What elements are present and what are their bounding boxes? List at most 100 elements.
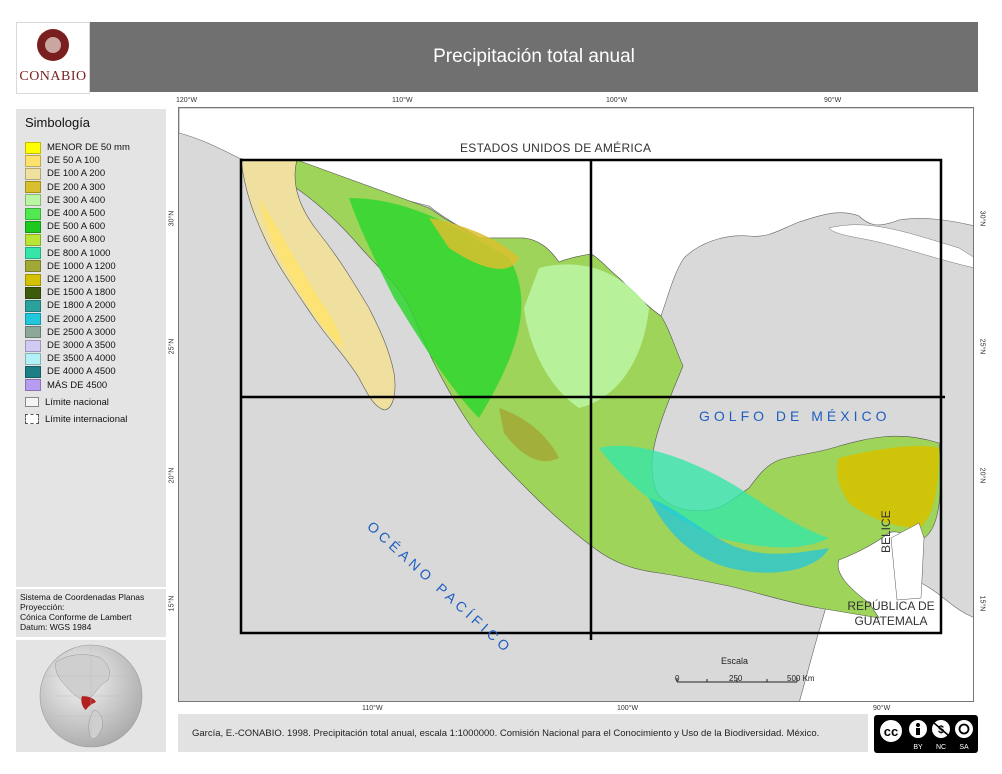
projection-line: Proyección: bbox=[20, 602, 65, 612]
legend-label: DE 1200 A 1500 bbox=[47, 274, 116, 285]
legend-label: DE 50 A 100 bbox=[47, 155, 100, 167]
legend-swatch bbox=[25, 379, 41, 392]
legend-swatch bbox=[25, 247, 41, 260]
bottom-tick-label: 110°W bbox=[362, 705, 383, 712]
guatemala-label: REPÚBLICA DE GUATEMALA bbox=[831, 599, 951, 629]
legend-swatch bbox=[25, 167, 41, 180]
belize-label: BELICE bbox=[879, 510, 893, 553]
scale-tick: 0 bbox=[675, 674, 680, 683]
left-tick-label: 30°N bbox=[168, 210, 176, 227]
scale-tick: 500 Km bbox=[787, 674, 815, 683]
legend-label: DE 200 A 300 bbox=[47, 181, 106, 193]
boundary-swatch bbox=[25, 414, 39, 425]
license-sa: SA bbox=[959, 744, 969, 751]
legend-swatch bbox=[25, 273, 41, 286]
license-nc: NC bbox=[936, 744, 946, 751]
legend-label: DE 1800 A 2000 bbox=[47, 300, 116, 312]
credit-text: García, E.-CONABIO. 1998. Precipitación … bbox=[192, 727, 820, 739]
guatemala-label-line: GUATEMALA bbox=[854, 614, 928, 628]
legend-swatch bbox=[25, 154, 41, 167]
top-tick-label: 110°W bbox=[392, 97, 413, 104]
legend-item: DE 1200 A 1500 bbox=[25, 273, 116, 286]
legend-swatch bbox=[25, 233, 41, 246]
guatemala-label-line: REPÚBLICA DE bbox=[847, 599, 935, 613]
projection-line: Datum: WGS 1984 bbox=[20, 622, 92, 632]
legend-swatch bbox=[25, 365, 41, 378]
legend-swatch bbox=[25, 352, 41, 365]
legend-boundary-item: Límite nacional bbox=[25, 396, 109, 409]
title-bar: Precipitación total anual bbox=[90, 22, 978, 92]
boundary-swatch bbox=[25, 397, 39, 408]
conabio-logo: CONABIO bbox=[16, 22, 90, 94]
legend-label: DE 3000 A 3500 bbox=[47, 340, 116, 351]
legend-item: DE 3000 A 3500 bbox=[25, 339, 116, 352]
cc-license-icon: cc $ BY NC SA bbox=[878, 718, 973, 751]
conabio-seal-icon bbox=[37, 29, 69, 61]
scale-title: Escala bbox=[721, 656, 749, 666]
legend-label: DE 400 A 500 bbox=[47, 208, 106, 219]
legend-label: DE 800 A 1000 bbox=[47, 247, 111, 259]
legend-item: DE 100 A 200 bbox=[25, 167, 105, 180]
projection-line: Sistema de Coordenadas Planas bbox=[20, 592, 145, 602]
legend-swatch bbox=[25, 260, 41, 273]
legend-swatch bbox=[25, 181, 41, 194]
legend-label: MÁS DE 4500 bbox=[47, 379, 108, 391]
legend-item: MENOR DE 50 mm bbox=[25, 141, 130, 154]
legend-item: DE 50 A 100 bbox=[25, 154, 100, 167]
legend-label: DE 2500 A 3000 bbox=[47, 326, 116, 338]
left-tick-label: 25°N bbox=[168, 338, 176, 355]
left-tick-label: 20°N bbox=[168, 467, 176, 484]
legend-swatch bbox=[25, 299, 41, 312]
legend-label: Límite internacional bbox=[45, 413, 128, 425]
license-by: BY bbox=[913, 744, 923, 751]
legend-item: DE 500 A 600 bbox=[25, 220, 105, 233]
legend-boundary-item: Límite internacional bbox=[25, 413, 127, 426]
legend-swatch bbox=[25, 220, 41, 233]
cuba-land bbox=[828, 224, 973, 268]
legend-label: DE 1500 A 1800 bbox=[47, 287, 116, 299]
legend-item: DE 400 A 500 bbox=[25, 207, 105, 220]
locator-globe-panel bbox=[16, 640, 166, 752]
right-tick-label: 25°N bbox=[978, 338, 986, 355]
legend-swatch bbox=[25, 326, 41, 339]
legend-label: DE 1000 A 1200 bbox=[47, 260, 116, 272]
right-tick-label: 15°N bbox=[978, 595, 986, 612]
legend-swatch bbox=[25, 286, 41, 299]
legend-swatch bbox=[25, 194, 41, 207]
usa-label: ESTADOS UNIDOS DE AMÉRICA bbox=[460, 141, 652, 155]
projection-info: Sistema de Coordenadas Planas Proyección… bbox=[16, 589, 166, 637]
scale-tick: 250 bbox=[729, 674, 743, 683]
top-tick-label: 100°W bbox=[606, 97, 628, 104]
legend-label: DE 600 A 800 bbox=[47, 234, 106, 246]
legend-label: DE 4000 A 4500 bbox=[47, 366, 116, 378]
legend-panel: Simbología MENOR DE 50 mm DE 50 A 100 DE 1… bbox=[16, 109, 166, 587]
bottom-tick-label: 100°W bbox=[617, 705, 639, 712]
legend-label: DE 2000 A 2500 bbox=[47, 313, 116, 325]
legend-item: DE 1800 A 2000 bbox=[25, 299, 116, 312]
legend-label: DE 500 A 600 bbox=[47, 221, 106, 233]
cc-text: cc bbox=[884, 724, 898, 739]
legend-label: DE 100 A 200 bbox=[47, 168, 106, 180]
legend-item: DE 600 A 800 bbox=[25, 233, 105, 246]
legend-label: DE 3500 A 4000 bbox=[47, 353, 116, 365]
gulf-label: GOLFO DE MÉXICO bbox=[699, 408, 891, 424]
license-badge: cc $ BY NC SA bbox=[874, 715, 978, 753]
right-tick-label: 30°N bbox=[978, 210, 986, 227]
legend-label: MENOR DE 50 mm bbox=[47, 142, 130, 153]
top-tick-label: 120°W bbox=[176, 97, 198, 104]
legend-item: DE 800 A 1000 bbox=[25, 247, 110, 260]
credit-bar: García, E.-CONABIO. 1998. Precipitación … bbox=[178, 714, 868, 752]
legend-label: Límite nacional bbox=[45, 396, 109, 408]
top-tick-label: 90°W bbox=[824, 97, 842, 104]
legend-item: DE 300 A 400 bbox=[25, 194, 105, 207]
legend-item: DE 2000 A 2500 bbox=[25, 313, 116, 326]
legend-item: DE 3500 A 4000 bbox=[25, 352, 116, 365]
left-tick-label: 15°N bbox=[168, 595, 176, 612]
legend-item: DE 1000 A 1200 bbox=[25, 260, 116, 273]
logo-text: CONABIO bbox=[19, 69, 87, 84]
legend-item: DE 1500 A 1800 bbox=[25, 286, 116, 299]
legend-swatch bbox=[25, 141, 41, 154]
legend-item: DE 2500 A 3000 bbox=[25, 326, 116, 339]
right-tick-label: 20°N bbox=[978, 467, 986, 484]
legend-swatch bbox=[25, 339, 41, 352]
